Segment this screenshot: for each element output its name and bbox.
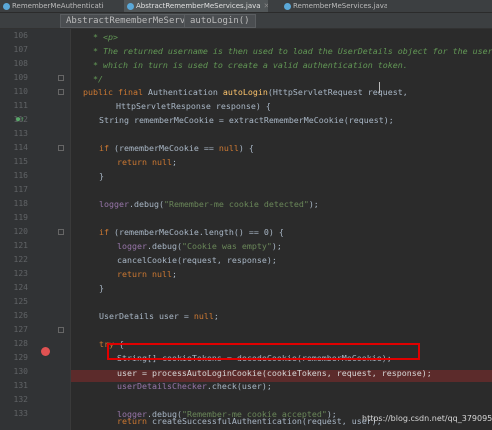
line-number: 118 [13,199,28,208]
tab-remembermeauthenticationfilter[interactable]: RememberMeAuthenticationFilter.java [0,0,104,12]
fold-marker-icon[interactable] [58,327,64,333]
line-number: 131 [13,381,28,390]
java-class-icon [127,2,134,10]
tab-label: RememberMeServices.java [293,2,387,10]
tab-label: AbstractRememberMeServices.java [136,2,261,10]
java-interface-icon [284,2,291,10]
override-indicator-icon[interactable]: ●↑ [16,115,24,123]
annotation-highlight-box [107,343,420,360]
breakpoint-icon[interactable] [41,347,50,356]
code-line: UserDetails user = null; [99,311,219,321]
code-line-method-signature: public final Authentication autoLogin(Ht… [83,87,408,97]
line-number: 113 [13,129,28,138]
line-number: 114 [13,143,28,152]
code-editor[interactable]: * <p> * The returned username is then us… [71,29,492,430]
code-line: return null; [117,269,177,279]
line-number: 128 [13,339,28,348]
breadcrumb-method[interactable]: autoLogin() [184,14,256,28]
code-line: HttpServletResponse response) { [116,101,271,111]
line-number: 107 [13,45,28,54]
fold-marker-icon[interactable] [58,89,64,95]
line-number: 129 [13,353,28,362]
line-number: 121 [13,241,28,250]
code-line: * which in turn is used to create a vali… [93,60,408,70]
tab-remembermeservices[interactable]: RememberMeServices.java✕ [281,0,387,12]
breadcrumb: AbstractRememberMeServices autoLogin() [0,13,492,29]
code-line-breakpoint: user = processAutoLoginCookie(cookieToke… [117,368,432,378]
java-class-icon [3,2,10,10]
line-number: 110 [13,87,28,96]
editor-tab-bar: RememberMeAuthenticationFilter.java Abst… [0,0,492,13]
line-number: 127 [13,325,28,334]
line-number: 116 [13,171,28,180]
line-number: 106 [13,31,28,40]
code-line: return null; [117,157,177,167]
line-number: 123 [13,269,28,278]
tab-abstractremembermeservices[interactable]: AbstractRememberMeServices.java ✕ [124,0,268,12]
code-line: if (rememberMeCookie == null) { [99,143,254,153]
line-number: 108 [13,59,28,68]
code-line: */ [93,74,103,84]
code-line: if (rememberMeCookie.length() == 0) { [99,227,284,237]
line-number: 124 [13,283,28,292]
code-line: logger.debug("Remember-me cookie detecte… [99,199,319,209]
code-line: return createSuccessfulAuthentication(re… [117,416,382,426]
code-line: cancelCookie(request, response); [117,255,277,265]
code-line: String rememberMeCookie = extractRemembe… [99,115,394,125]
line-number: 111 [13,101,28,110]
watermark-text: https://blog.csdn.net/qq_37909508 [362,414,492,423]
fold-marker-icon[interactable] [58,229,64,235]
text-caret [379,82,380,93]
close-tab-icon[interactable]: ✕ [264,2,268,10]
code-line: * The returned username is then used to … [93,46,492,56]
line-number: 109 [13,73,28,82]
code-line: * <p> [93,32,118,42]
tab-label: RememberMeAuthenticationFilter.java [12,2,104,10]
fold-marker-icon[interactable] [58,145,64,151]
line-number: 125 [13,297,28,306]
line-number: 126 [13,311,28,320]
line-number: 132 [13,395,28,404]
line-number: 130 [13,367,28,376]
fold-marker-icon[interactable] [58,75,64,81]
code-line: userDetailsChecker.check(user); [117,381,272,391]
line-number: 117 [13,185,28,194]
line-number: 120 [13,227,28,236]
code-line: } [99,171,104,181]
line-number: 119 [13,213,28,222]
line-number-gutter[interactable]: 106 107 108 109 110 111 112 113 114 115 … [0,29,71,430]
code-line: logger.debug("Cookie was empty"); [117,241,282,251]
line-number: 122 [13,255,28,264]
code-line: } [99,283,104,293]
line-number: 115 [13,157,28,166]
line-number: 133 [13,409,28,418]
